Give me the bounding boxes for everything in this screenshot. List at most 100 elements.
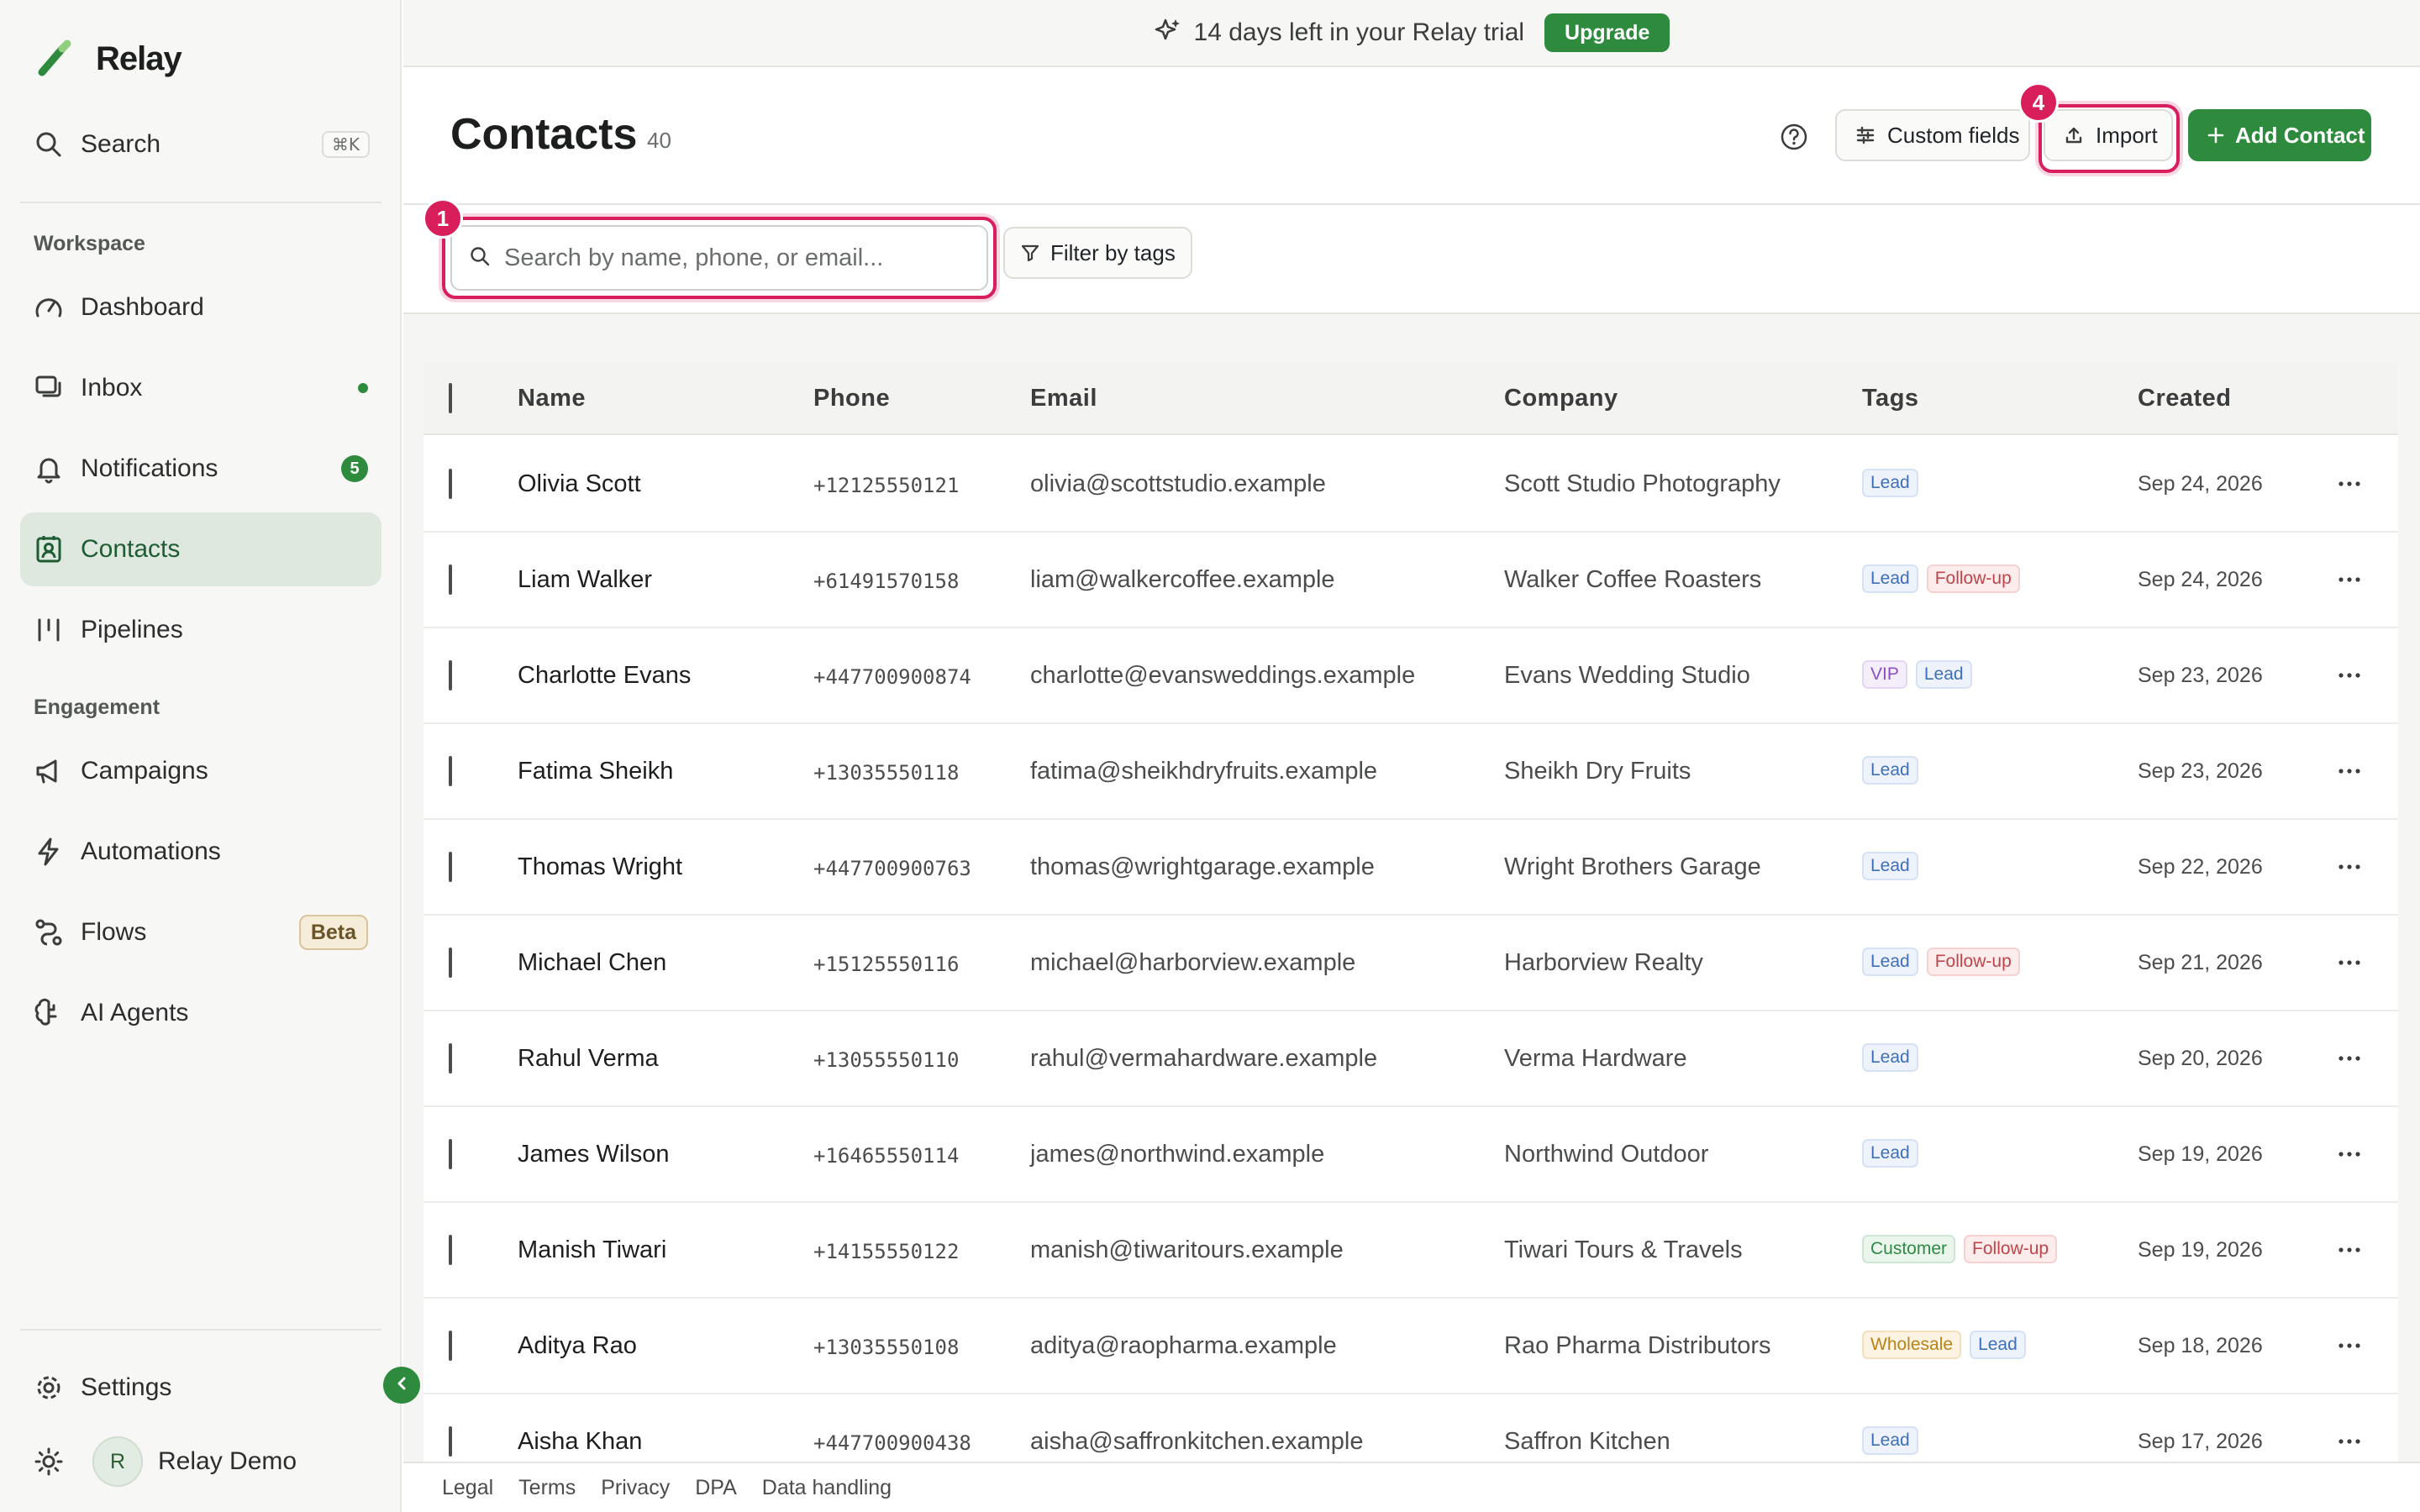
contact-phone: +16465550114 <box>813 1144 960 1168</box>
sidebar-item-settings[interactable]: Settings <box>20 1351 381 1425</box>
table-row[interactable]: Michael Chen +15125550116 michael@harborvi… <box>424 916 2398 1011</box>
contact-name[interactable]: Aditya Rao <box>518 1332 637 1360</box>
contact-tags: Lead Follow-up <box>1862 948 2020 976</box>
sidebar-item-inbox[interactable]: Inbox <box>20 351 381 425</box>
tag-badge: Wholesale <box>1862 1331 1962 1359</box>
row-more-icon[interactable] <box>2333 1137 2366 1178</box>
contact-name[interactable]: Fatima Sheikh <box>518 758 673 785</box>
marker-import: 4 <box>2018 82 2059 123</box>
tag-badge: Lead <box>1862 852 1918 880</box>
unread-dot <box>358 383 368 393</box>
row-more-icon[interactable] <box>2333 1233 2366 1273</box>
table-row[interactable]: Manish Tiwari +14155550122 manish@tiwarito… <box>424 1203 2398 1299</box>
contact-name[interactable]: Michael Chen <box>518 949 666 977</box>
column-name[interactable]: Name <box>518 385 586 412</box>
tag-badge: Lead <box>1862 1043 1918 1072</box>
sidebar-item-contacts[interactable]: Contacts <box>20 512 381 586</box>
row-checkbox[interactable] <box>449 756 452 786</box>
table-row[interactable]: Olivia Scott +12125550121 olivia@scottstud… <box>424 437 2398 533</box>
row-checkbox[interactable] <box>449 1426 452 1457</box>
brain-icon <box>34 998 64 1028</box>
column-created[interactable]: Created <box>2138 385 2232 412</box>
contact-name[interactable]: Manish Tiwari <box>518 1236 666 1264</box>
add-contact-button[interactable]: Add Contact <box>2188 109 2371 161</box>
table-row[interactable]: James Wilson +16465550114 james@northwind.… <box>424 1107 2398 1203</box>
help-icon[interactable] <box>1780 123 1808 151</box>
sidebar-item-pipelines[interactable]: Pipelines <box>20 593 381 667</box>
row-more-icon[interactable] <box>2333 850 2366 890</box>
column-email[interactable]: Email <box>1030 385 1097 412</box>
sidebar-item-label: Settings <box>81 1373 172 1401</box>
row-more-icon[interactable] <box>2333 754 2366 795</box>
column-company[interactable]: Company <box>1504 385 1618 412</box>
contact-name[interactable]: Liam Walker <box>518 566 652 594</box>
filter-by-tags-button[interactable]: Filter by tags <box>1003 227 1192 279</box>
row-more-icon[interactable] <box>2333 467 2366 507</box>
contact-tags: Customer Follow-up <box>1862 1235 2058 1263</box>
sun-icon[interactable] <box>34 1446 64 1477</box>
row-more-icon[interactable] <box>2333 563 2366 603</box>
contact-tags: Lead <box>1862 852 1918 880</box>
import-button[interactable]: Import <box>2044 109 2173 161</box>
row-more-icon[interactable] <box>2333 1425 2366 1462</box>
sidebar-item-notifications[interactable]: Notifications 5 <box>20 432 381 506</box>
inbox-icon <box>34 373 64 403</box>
custom-fields-button[interactable]: Custom fields <box>1835 109 2030 161</box>
brand[interactable]: Relay <box>34 35 182 82</box>
table-row[interactable]: Charlotte Evans +447700900874 charlotte@ev… <box>424 628 2398 724</box>
row-checkbox[interactable] <box>449 1139 452 1169</box>
table-row[interactable]: Aisha Khan +447700900438 aisha@saffronkitc… <box>424 1394 2398 1462</box>
sidebar-search[interactable]: Search ⌘K <box>34 123 370 166</box>
contact-company: Wright Brothers Garage <box>1504 853 1761 880</box>
sidebar-item-flows[interactable]: Flows Beta <box>20 895 381 969</box>
contact-name[interactable]: Rahul Verma <box>518 1045 659 1073</box>
sidebar-item-campaigns[interactable]: Campaigns <box>20 734 381 808</box>
contact-name[interactable]: Olivia Scott <box>518 470 641 498</box>
sidebar-item-dashboard[interactable]: Dashboard <box>20 270 381 344</box>
footer-link[interactable]: Legal <box>442 1476 493 1500</box>
row-checkbox[interactable] <box>449 852 452 882</box>
row-checkbox[interactable] <box>449 1043 452 1074</box>
footer-link[interactable]: Data handling <box>762 1476 892 1500</box>
row-more-icon[interactable] <box>2333 946 2366 986</box>
table-row[interactable]: Fatima Sheikh +13035550118 fatima@sheikhdr… <box>424 724 2398 820</box>
table-row[interactable]: Rahul Verma +13055550110 rahul@vermahardwa… <box>424 1011 2398 1107</box>
contact-name[interactable]: Charlotte Evans <box>518 662 691 690</box>
row-more-icon[interactable] <box>2333 659 2366 699</box>
row-checkbox[interactable] <box>449 660 452 690</box>
filter-icon <box>1020 243 1040 263</box>
table-row[interactable]: Liam Walker +61491570158 liam@walkercoffee… <box>424 533 2398 628</box>
tag-badge: VIP <box>1862 660 1907 689</box>
row-checkbox[interactable] <box>449 469 452 499</box>
table-row[interactable]: Aditya Rao +13035550108 aditya@raopharma.e… <box>424 1299 2398 1394</box>
contact-name[interactable]: Thomas Wright <box>518 853 682 881</box>
row-checkbox[interactable] <box>449 1331 452 1361</box>
row-checkbox[interactable] <box>449 948 452 978</box>
chevron-left-icon <box>393 1375 410 1396</box>
contact-name[interactable]: Aisha Khan <box>518 1428 642 1456</box>
footer-link[interactable]: DPA <box>695 1476 737 1500</box>
contact-search-box[interactable] <box>450 225 988 291</box>
select-all-checkbox[interactable] <box>449 383 452 413</box>
row-more-icon[interactable] <box>2333 1329 2366 1369</box>
footer-link[interactable]: Terms <box>518 1476 576 1500</box>
row-checkbox[interactable] <box>449 1235 452 1265</box>
table-row[interactable]: Thomas Wright +447700900763 thomas@wrightg… <box>424 820 2398 916</box>
search-input[interactable] <box>504 244 975 272</box>
sidebar-item-automations[interactable]: Automations <box>20 815 381 889</box>
row-more-icon[interactable] <box>2333 1042 2366 1082</box>
footer-link[interactable]: Privacy <box>601 1476 670 1500</box>
contact-email: charlotte@evansweddings.example <box>1030 662 1416 689</box>
column-phone[interactable]: Phone <box>813 385 890 412</box>
sidebar-item-ai-agents[interactable]: AI Agents <box>20 976 381 1050</box>
sidebar-item-label: Flows <box>81 918 147 946</box>
upgrade-button[interactable]: Upgrade <box>1544 13 1670 52</box>
column-tags[interactable]: Tags <box>1862 385 1919 412</box>
user-menu[interactable]: R Relay Demo <box>34 1435 297 1488</box>
contact-name[interactable]: James Wilson <box>518 1141 670 1168</box>
collapse-sidebar-button[interactable] <box>383 1367 420 1404</box>
row-checkbox[interactable] <box>449 564 452 595</box>
contact-created: Sep 23, 2026 <box>2138 759 2263 783</box>
sliders-icon <box>1855 125 1876 145</box>
contact-created: Sep 24, 2026 <box>2138 568 2263 591</box>
